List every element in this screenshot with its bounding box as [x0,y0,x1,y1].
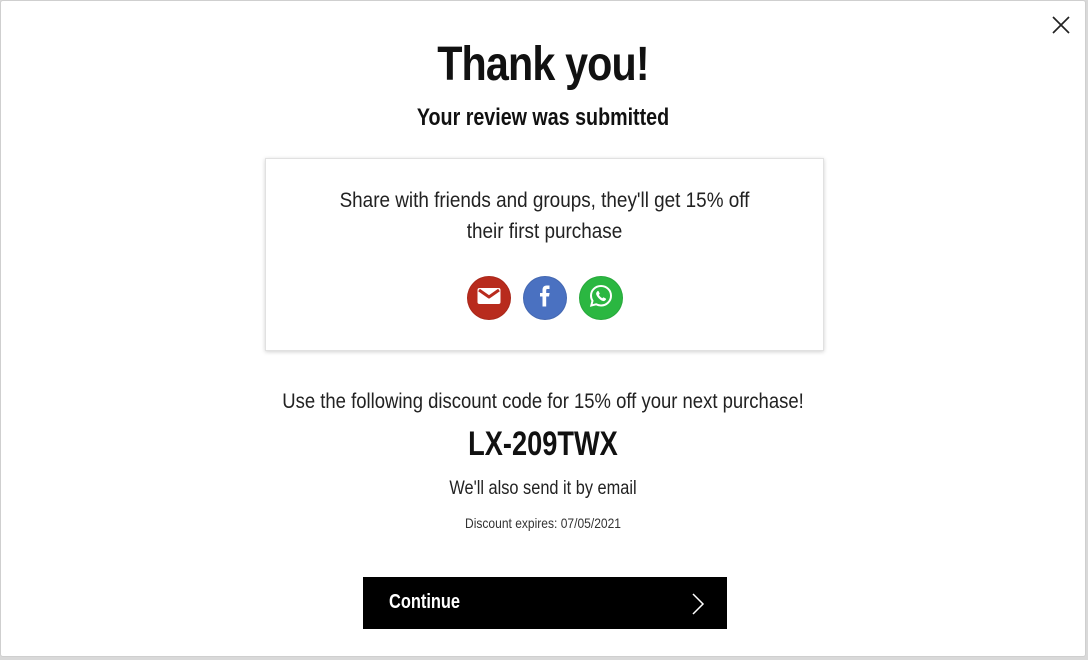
whatsapp-icon [588,283,614,314]
share-buttons [266,276,823,320]
discount-code: LX-209TWX [468,425,618,463]
whatsapp-share-button[interactable] [578,276,623,320]
discount-intro: Use the following discount code for 15% … [282,390,804,413]
chevron-right-icon [691,593,705,615]
facebook-share-button[interactable] [522,276,567,320]
modal-subtitle: Your review was submitted [416,104,670,131]
facebook-icon [539,285,551,312]
continue-button[interactable]: Continue [363,577,727,629]
email-icon [477,287,501,310]
review-submitted-modal: Thank you! Your review was submitted Sha… [0,0,1086,657]
close-icon[interactable] [1049,13,1073,37]
share-text: Share with friends and groups, they'll g… [339,189,750,243]
email-note: We'll also send it by email [449,478,637,499]
continue-label: Continue [389,591,461,613]
share-card: Share with friends and groups, they'll g… [265,158,824,351]
discount-expiry: Discount expires: 07/05/2021 [465,515,621,531]
email-share-button[interactable] [466,276,511,320]
modal-title: Thank you! [437,38,649,91]
